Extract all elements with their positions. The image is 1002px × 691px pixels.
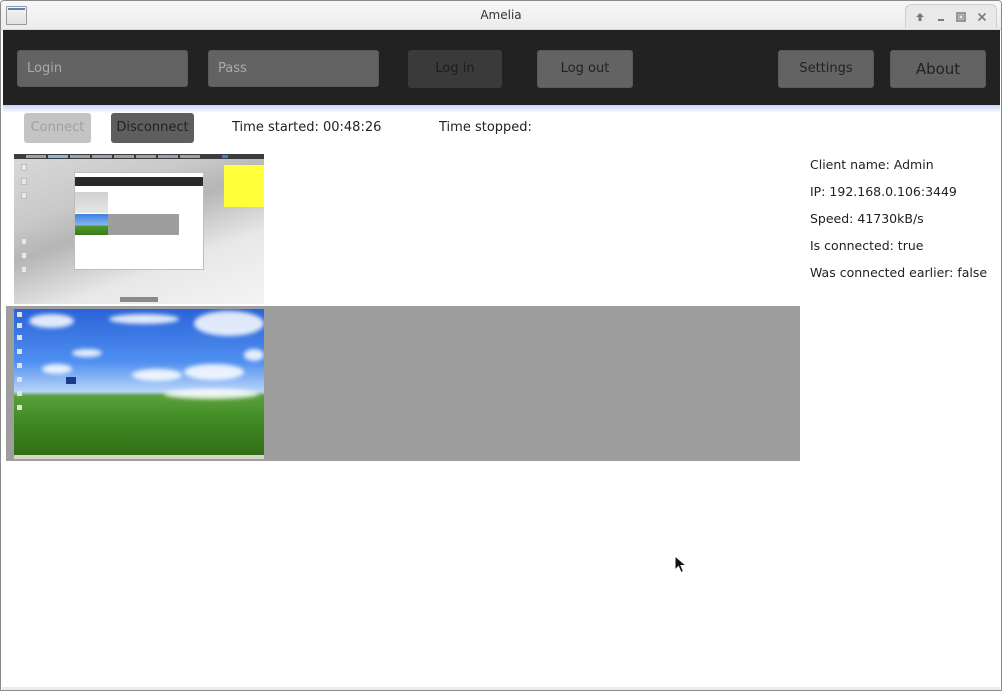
thumbnail-taskbar [14, 455, 264, 459]
thumbnail-dock [120, 297, 158, 302]
client-is-connected: Is connected: true [810, 238, 924, 253]
client-screen-thumbnail[interactable] [14, 154, 264, 304]
client-speed: Speed: 41730kB/s [810, 211, 924, 226]
mouse-cursor-icon [674, 555, 688, 574]
connect-button[interactable]: Connect [24, 113, 91, 143]
time-started-label: Time started: 00:48:26 [232, 120, 382, 135]
window-title: Amelia [480, 8, 522, 22]
window-bottom-edge [2, 687, 1000, 690]
login-button[interactable]: Log in [408, 50, 502, 88]
client-was-connected: Was connected earlier: false [810, 265, 988, 280]
top-toolbar: Log in Log out Settings About [3, 30, 1000, 105]
app-window: Amelia Log in Log out Settings About Con… [0, 0, 1002, 691]
nested-app-window [74, 172, 204, 270]
about-button[interactable]: About [890, 50, 986, 88]
sticky-note [224, 165, 264, 207]
shade-icon[interactable] [913, 10, 927, 24]
client-name: Client name: Admin [810, 157, 934, 172]
password-input[interactable] [208, 50, 379, 87]
selected-desktop-icon [66, 377, 76, 384]
thumbnail-taskbar [14, 154, 264, 159]
window-controls [905, 4, 997, 28]
time-stopped-label: Time stopped: [439, 120, 532, 135]
client-screen-thumbnail[interactable] [14, 309, 264, 459]
minimize-icon[interactable] [934, 10, 948, 24]
client-row[interactable] [6, 151, 800, 306]
client-row-selected[interactable] [6, 306, 800, 461]
logout-button[interactable]: Log out [537, 50, 633, 88]
toolbar-shadow [3, 105, 1000, 113]
client-ip: IP: 192.168.0.106:3449 [810, 184, 957, 199]
client-list [6, 151, 800, 463]
settings-button[interactable]: Settings [778, 50, 874, 88]
title-bar[interactable]: Amelia [1, 1, 1001, 30]
close-icon[interactable] [975, 10, 989, 24]
maximize-icon[interactable] [954, 10, 968, 24]
login-input[interactable] [17, 50, 188, 87]
disconnect-button[interactable]: Disconnect [111, 113, 194, 143]
